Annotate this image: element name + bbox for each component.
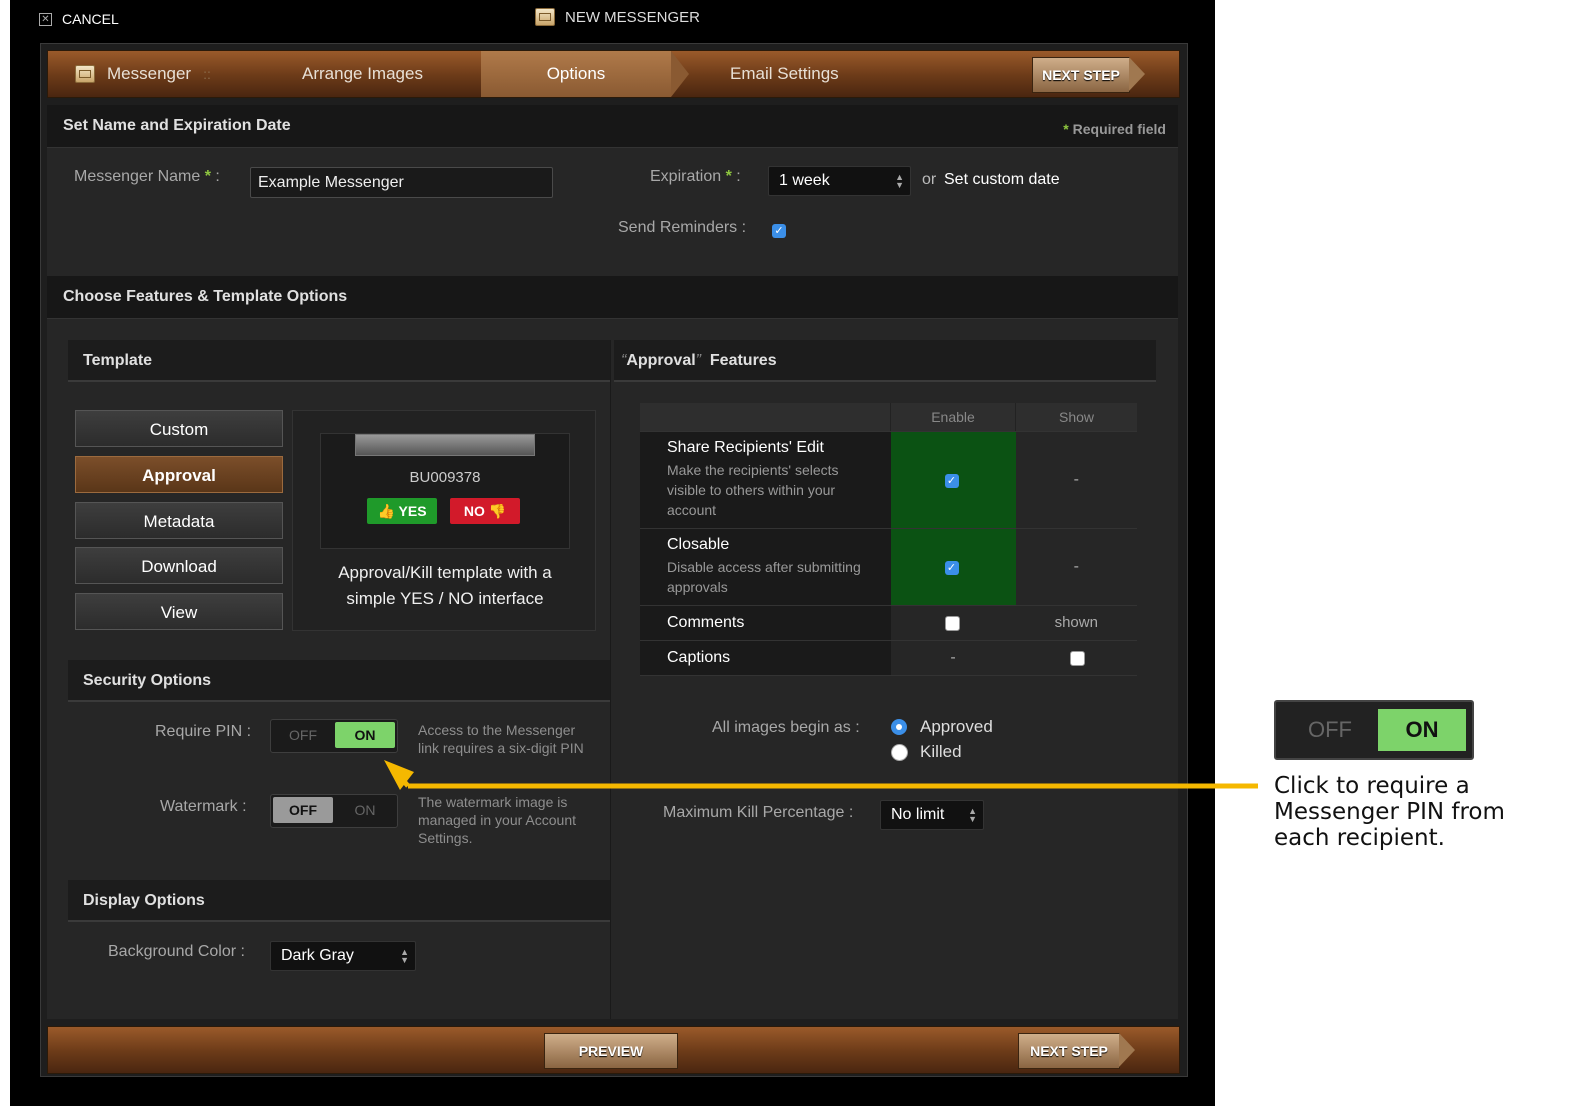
callout-toggle-graphic: OFF ON <box>1274 700 1474 760</box>
callout-text: Click to require a Messenger PIN from ea… <box>1274 773 1505 851</box>
callout-line: each recipient. <box>1274 825 1445 851</box>
callout-line: Click to require a <box>1274 773 1470 799</box>
callout-off-label: OFF <box>1308 717 1352 742</box>
callout-arrow <box>384 760 1258 790</box>
callout-line: Messenger PIN from <box>1274 799 1505 825</box>
callout-on-label: ON <box>1378 709 1466 751</box>
